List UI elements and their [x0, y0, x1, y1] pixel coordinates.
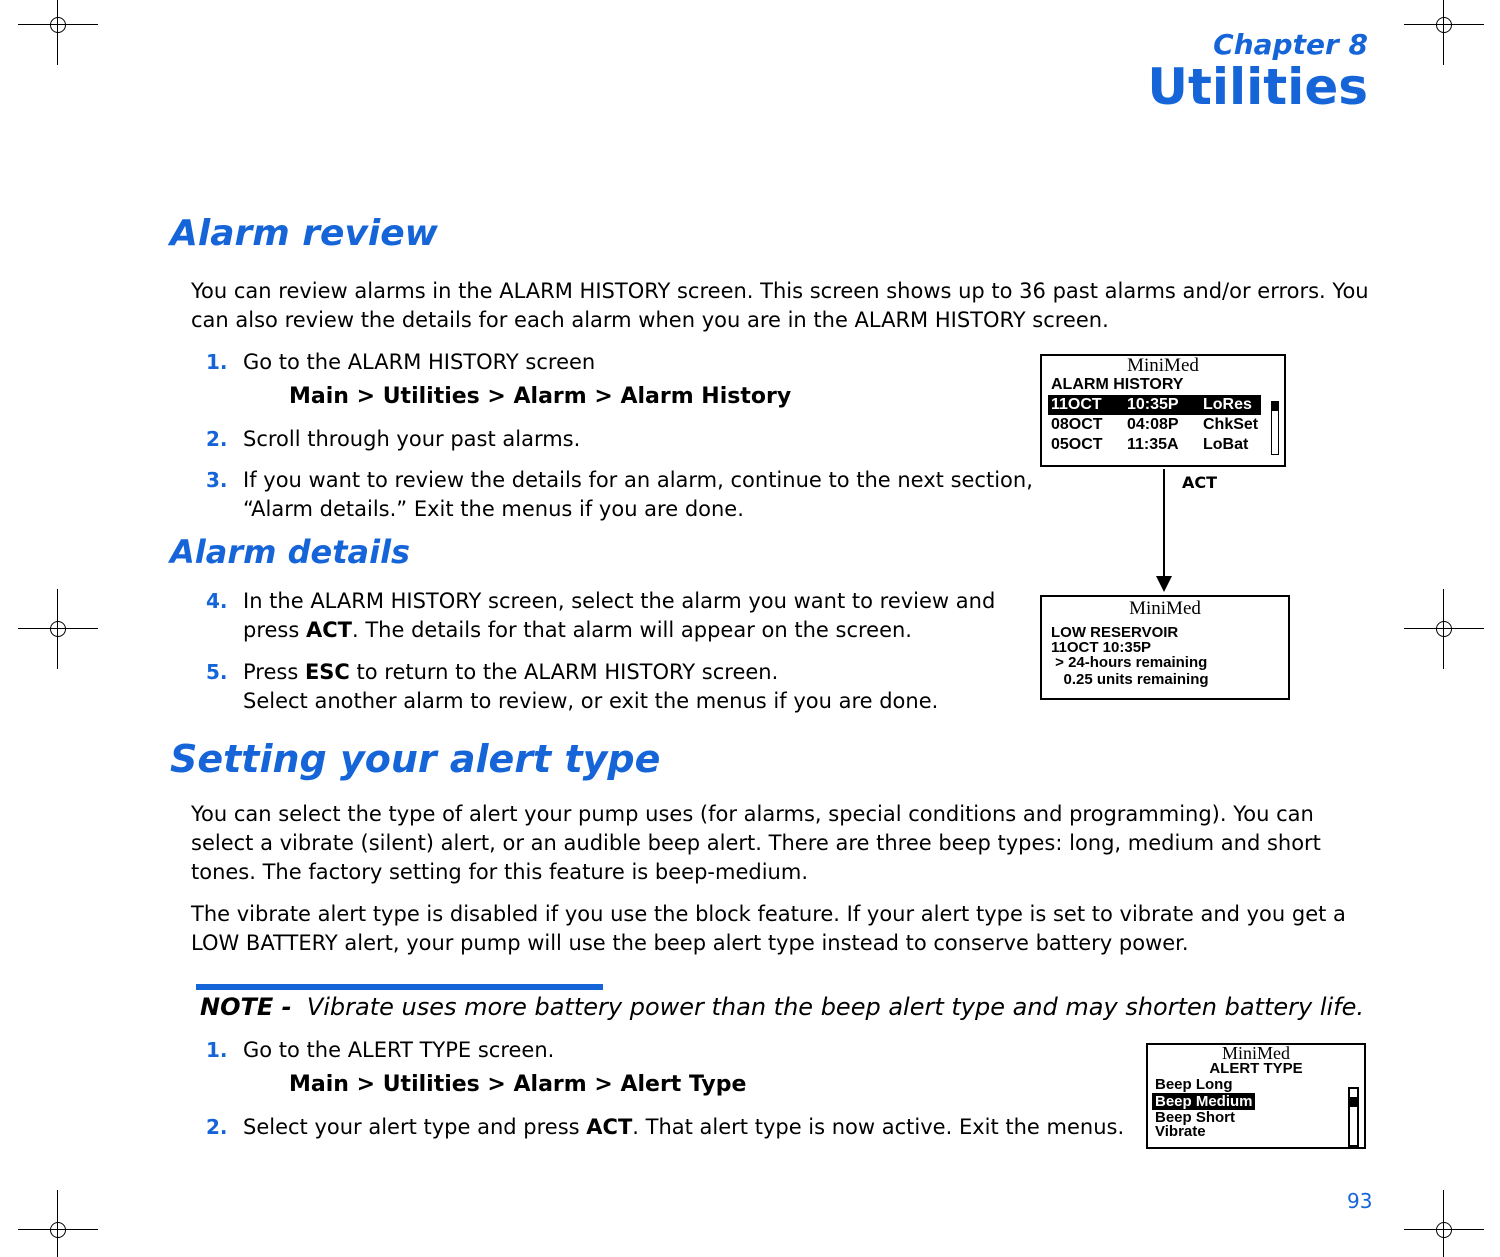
- step-number: 1.: [206, 1038, 228, 1062]
- step-number: 2.: [206, 1115, 228, 1139]
- note-rule: [196, 984, 603, 990]
- step-number: 1.: [206, 350, 228, 374]
- paragraph: You can review alarms in the ALARM HISTO…: [191, 279, 1369, 332]
- alarm-history-screen: MiniMed ALARM HISTORY 11OCT 10:35P LoRes 0…: [1040, 354, 1286, 467]
- act-label: ACT: [1182, 473, 1218, 492]
- arrow-line: [1163, 469, 1165, 579]
- step-text: Go to the ALERT TYPE screen.: [243, 1038, 555, 1062]
- page-number: 93: [1347, 1189, 1373, 1213]
- alarm-row: 11OCT 10:35P LoRes: [1048, 395, 1261, 415]
- paragraph: You can select the type of alert your pu…: [191, 802, 1321, 884]
- crop-mark: [18, 589, 98, 669]
- step-number: 5.: [206, 660, 228, 684]
- step-number: 2.: [206, 427, 228, 451]
- section-heading: Alarm details: [170, 533, 411, 571]
- alarm-detail-text: LOW RESERVOIR 11OCT 10:35P > 24-hours rem…: [1051, 624, 1209, 688]
- scrollbar: [1271, 401, 1279, 455]
- screen-title: ALERT TYPE: [1209, 1060, 1303, 1077]
- crop-mark: [1404, 1190, 1484, 1257]
- step-text: Go to the ALARM HISTORY screen: [243, 350, 596, 374]
- menu-path: Main > Utilities > Alarm > Alarm History: [289, 384, 792, 409]
- scrollbar: [1348, 1087, 1359, 1147]
- alarm-details-screen: MiniMed LOW RESERVOIR 11OCT 10:35P > 24-h…: [1040, 595, 1290, 700]
- step-text: In the ALARM HISTORY screen, select the …: [243, 589, 996, 642]
- alert-type-list: Beep Long Beep Medium Beep Short Vibrate: [1148, 1076, 1364, 1140]
- step-number: 3.: [206, 468, 228, 492]
- paragraph: The vibrate alert type is disabled if yo…: [191, 902, 1346, 955]
- alarm-row: 05OCT 11:35A LoBat: [1051, 436, 1249, 453]
- alert-option: Beep Long: [1155, 1076, 1233, 1093]
- crop-mark: [18, 1190, 98, 1257]
- step-number: 4.: [206, 589, 228, 613]
- alert-option: Vibrate: [1155, 1123, 1206, 1140]
- alert-option: Beep Medium: [1152, 1093, 1255, 1110]
- step-text: Scroll through your past alarms.: [243, 427, 581, 451]
- chapter-label: Chapter 8: [1213, 28, 1368, 61]
- crop-mark: [18, 0, 98, 65]
- screen-title: ALARM HISTORY: [1051, 376, 1184, 393]
- section-heading: Setting your alert type: [170, 737, 661, 781]
- brand-logo: MiniMed: [1127, 355, 1199, 376]
- manual-page: Chapter 8 Utilities Alarm review You can…: [0, 0, 1500, 1257]
- menu-path: Main > Utilities > Alarm > Alert Type: [289, 1072, 747, 1097]
- chapter-title: Utilities: [1147, 58, 1368, 116]
- brand-logo: MiniMed: [1129, 598, 1201, 619]
- step-text: Press ESC to return to the ALARM HISTORY…: [243, 660, 939, 713]
- arrow-down-icon: [1156, 576, 1172, 592]
- crop-mark: [1404, 589, 1484, 669]
- step-text: If you want to review the details for an…: [243, 468, 1033, 521]
- alert-type-screen: MiniMed ALERT TYPE Beep Long Beep Medium…: [1146, 1043, 1366, 1149]
- section-heading: Alarm review: [170, 213, 438, 254]
- crop-mark: [1404, 0, 1484, 65]
- step-text: Select your alert type and press ACT. Th…: [243, 1115, 1125, 1139]
- note: NOTE - Vibrate uses more battery power t…: [200, 993, 1365, 1021]
- alarm-row: 08OCT 04:08P ChkSet: [1051, 416, 1259, 433]
